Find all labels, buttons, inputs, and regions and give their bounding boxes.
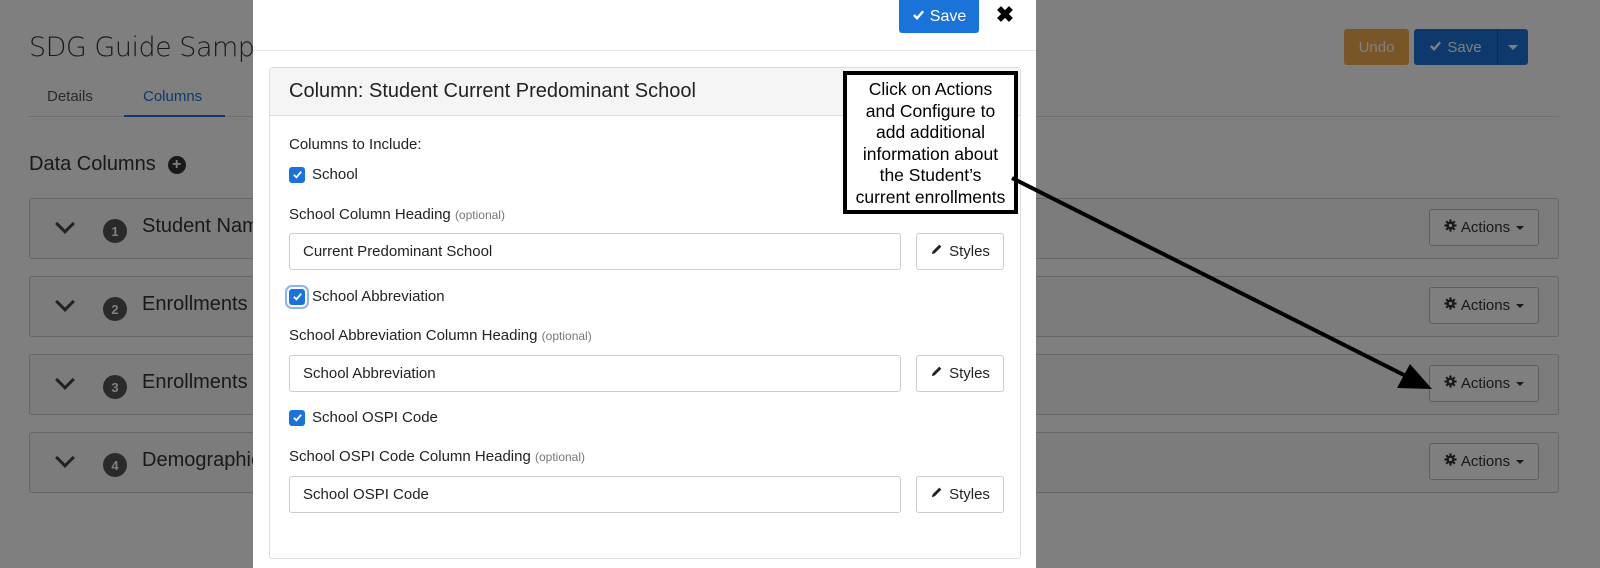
school-ospi-code-checkbox[interactable] xyxy=(289,409,305,426)
styles-label: Styles xyxy=(949,243,990,260)
callout-line: current enrollments xyxy=(855,186,1006,207)
school-heading-label: School Column Heading (optional) xyxy=(289,206,505,223)
modal-save-label: Save xyxy=(929,7,967,25)
callout-line: information about xyxy=(862,143,999,164)
callout-line: and Configure to xyxy=(865,100,996,121)
styles-button[interactable]: Styles xyxy=(916,355,1004,392)
school-abbreviation-checkbox-label: School Abbreviation xyxy=(312,288,445,305)
columns-to-include-label: Columns to Include: xyxy=(289,136,422,153)
callout-line: the Student’s xyxy=(879,165,982,185)
modal-header: Save ✖ xyxy=(253,0,1036,51)
styles-button[interactable]: Styles xyxy=(916,233,1004,270)
callout-line: add additional xyxy=(876,122,985,142)
styles-label: Styles xyxy=(949,365,990,382)
pencil-icon xyxy=(930,486,943,503)
modal-save-button[interactable]: Save xyxy=(899,0,979,33)
styles-label: Styles xyxy=(949,486,990,503)
school-abbreviation-checkbox[interactable] xyxy=(289,288,305,305)
close-icon[interactable]: ✖ xyxy=(993,1,1017,29)
school-checkbox-row[interactable]: School xyxy=(289,166,358,183)
school-abbreviation-heading-input[interactable]: School Abbreviation xyxy=(289,355,901,392)
callout-line: Click on Actions xyxy=(868,79,993,99)
school-ospi-code-heading-input[interactable]: School OSPI Code xyxy=(289,476,901,513)
school-abbreviation-heading-label: School Abbreviation Column Heading (opti… xyxy=(289,327,592,344)
panel-title: Column: Student Current Predominant Scho… xyxy=(289,80,696,102)
school-checkbox-label: School xyxy=(312,166,358,183)
school-abbreviation-checkbox-row[interactable]: School Abbreviation xyxy=(289,288,445,305)
optional-hint: (optional) xyxy=(534,450,586,464)
school-ospi-code-heading-label: School OSPI Code Column Heading (optiona… xyxy=(289,448,585,465)
school-ospi-code-checkbox-row[interactable]: School OSPI Code xyxy=(289,409,438,426)
school-checkbox[interactable] xyxy=(289,166,305,183)
pencil-icon xyxy=(930,243,943,260)
school-ospi-code-checkbox-label: School OSPI Code xyxy=(312,409,438,426)
optional-hint: (optional) xyxy=(454,208,505,222)
instruction-callout: Click on Actions and Configure to add ad… xyxy=(843,71,1018,214)
pencil-icon xyxy=(930,365,943,382)
school-heading-label-text: School Column Heading xyxy=(289,206,451,223)
styles-button[interactable]: Styles xyxy=(916,476,1004,513)
school-abbreviation-heading-label-text: School Abbreviation Column Heading xyxy=(289,327,538,344)
school-heading-input[interactable]: Current Predominant School xyxy=(289,233,901,270)
school-ospi-code-heading-label-text: School OSPI Code Column Heading xyxy=(289,448,531,465)
optional-hint: (optional) xyxy=(541,329,592,343)
check-icon xyxy=(912,8,925,26)
